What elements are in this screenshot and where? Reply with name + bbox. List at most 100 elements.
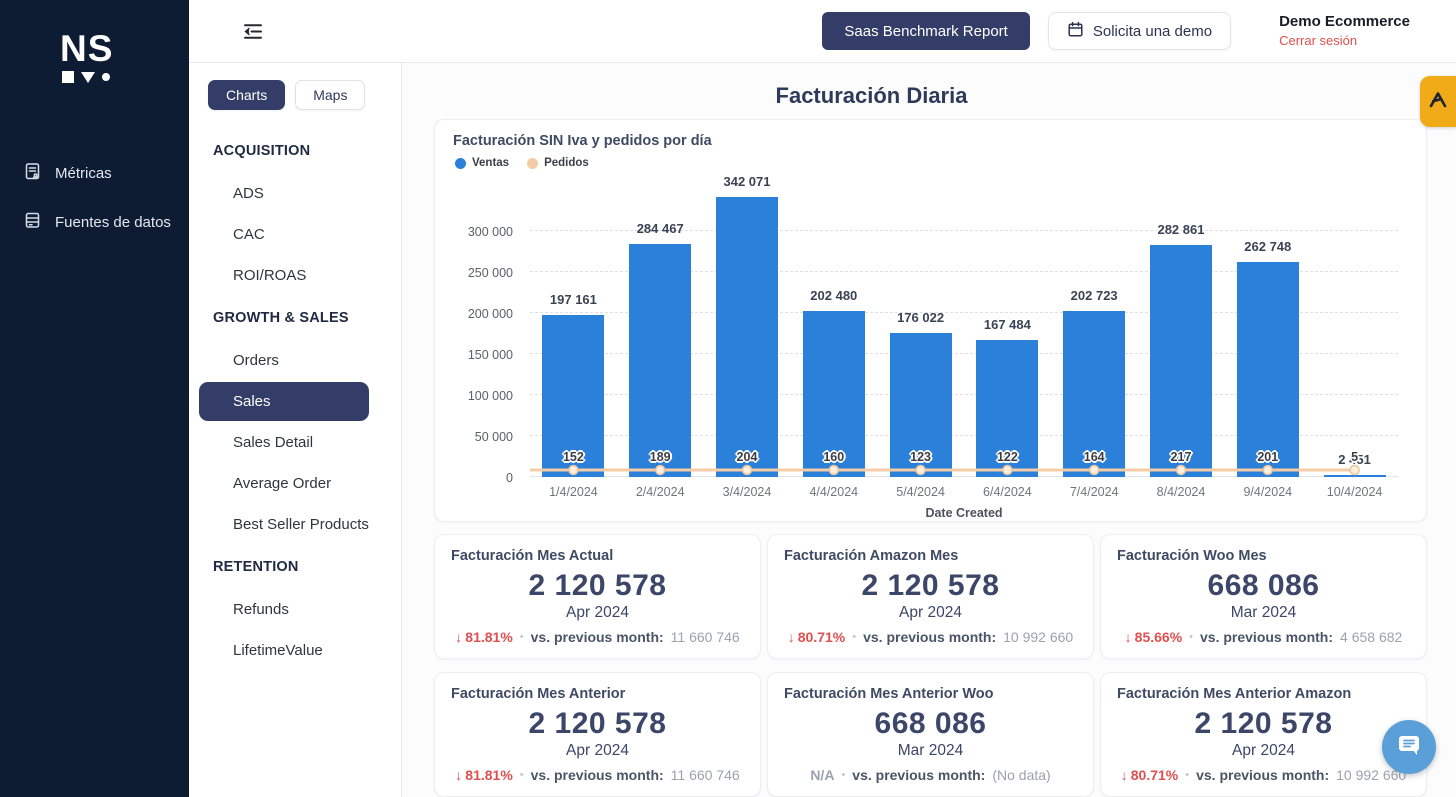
chat-bubble-icon	[1397, 734, 1421, 761]
subnav-item-average-order[interactable]: Average Order	[199, 464, 381, 503]
sidebar-item-fuentes-de-datos[interactable]: Fuentes de datos	[0, 198, 189, 247]
subnav-item-ads[interactable]: ADS	[199, 174, 381, 213]
kpi-vs-value: 4 658 682	[1340, 629, 1403, 645]
sidebar-item-metricas[interactable]: Métricas	[0, 149, 189, 198]
chat-widget-button[interactable]	[1382, 720, 1436, 774]
view-button-maps[interactable]: Maps	[295, 80, 366, 110]
feedback-side-tab[interactable]	[1420, 76, 1456, 127]
dot-separator: •	[1185, 769, 1190, 781]
bar-value-label: 202 480	[810, 287, 858, 303]
dot-separator: •	[1189, 631, 1193, 643]
y-tick-label: 0	[506, 471, 513, 485]
legend-item-ventas[interactable]: Ventas	[455, 157, 509, 169]
y-tick-label: 50 000	[474, 430, 513, 444]
x-tick-label: 4/4/2024	[809, 485, 859, 499]
subnav-item-orders[interactable]: Orders	[199, 341, 381, 380]
x-axis-labels: 1/4/2024 2/4/2024 3/4/2024 4/4/2024 5/4/2024…	[530, 485, 1398, 499]
subnav-item-sales-detail[interactable]: Sales Detail	[199, 423, 381, 462]
x-tick-label: 10/4/2024	[1326, 485, 1383, 499]
legend-dot-icon	[527, 157, 539, 169]
logo-text: NS	[60, 28, 114, 69]
subnav-section-header: RETENTION	[213, 559, 299, 575]
logo-marks	[60, 71, 189, 83]
x-tick-label: 1/4/2024	[549, 485, 598, 499]
kpi-footer: ↓ 80.71% • vs. previous month: 10 992 660	[1117, 767, 1410, 783]
dot-separator: •	[519, 631, 524, 643]
dot-separator: •	[519, 769, 524, 781]
chart-column: 176 022 123	[877, 175, 964, 477]
chart-column: 167 484 122	[964, 175, 1051, 477]
data-sources-icon	[23, 211, 42, 234]
chart-column: 284 467 189	[617, 175, 704, 477]
chart-card: Facturación SIN Iva y pedidos por día Ve…	[434, 119, 1427, 522]
pedidos-value-label: 123	[910, 450, 932, 464]
subnav-sections: ACQUISITION ADS CAC ROI/ROAS GROWTH & SALES O…	[189, 130, 401, 670]
pedidos-value-label: 164	[1083, 450, 1105, 464]
chart-column: 202 480 160	[790, 175, 877, 477]
subnav-item-roi-roas[interactable]: ROI/ROAS	[199, 256, 381, 295]
x-tick-label: 6/4/2024	[983, 485, 1032, 499]
kpi-value: 2 120 578	[528, 707, 667, 740]
kpi-grid: Facturación Mes Actual 2 120 578 Apr 2024 ↓…	[434, 534, 1427, 797]
logo-triangle-icon	[81, 71, 95, 83]
logo-dot-icon	[102, 73, 110, 81]
kpi-value: 2 120 578	[528, 569, 667, 602]
logout-link[interactable]: Cerrar sesión	[1279, 32, 1410, 50]
benchmark-report-button[interactable]: Saas Benchmark Report	[822, 12, 1030, 50]
request-demo-button[interactable]: Solicita una demo	[1047, 12, 1232, 50]
sidebar-item-label: Fuentes de datos	[55, 214, 171, 231]
kpi-month: Apr 2024	[566, 604, 629, 621]
y-tick-label: 300 000	[467, 225, 513, 239]
pedidos-value-label: 5	[1351, 450, 1359, 464]
peak-logo-icon	[1428, 91, 1448, 113]
kpi-footer: ↓ 81.81% • vs. previous month: 11 660 746	[451, 767, 744, 783]
subnav-item-best-seller-products[interactable]: Best Seller Products	[199, 505, 381, 544]
y-tick-label: 200 000	[467, 307, 513, 321]
legend-item-pedidos[interactable]: Pedidos	[527, 157, 589, 169]
pedidos-value-label: 152	[562, 450, 584, 464]
kpi-card-facturaci-n-amazon-mes: Facturación Amazon Mes 2 120 578 Apr 2024 ↓…	[767, 534, 1094, 659]
kpi-delta: ↓ 80.71%	[788, 629, 845, 645]
chart-bar	[1323, 475, 1386, 477]
kpi-delta: ↓ 81.81%	[455, 767, 512, 783]
pedidos-value-label: 217	[1170, 450, 1192, 464]
kpi-title: Facturación Mes Anterior Woo	[784, 686, 994, 702]
subnav-item-lifetimevalue[interactable]: LifetimeValue	[199, 631, 381, 670]
chart-columns: 197 161 152 284 467 189 342 071 204 202 480 160…	[530, 174, 1398, 477]
kpi-title: Facturación Mes Anterior	[451, 686, 626, 702]
bar-value-label: 167 484	[983, 316, 1031, 332]
y-tick-label: 150 000	[467, 348, 513, 362]
kpi-card-facturaci-n-mes-actual: Facturación Mes Actual 2 120 578 Apr 2024 ↓…	[434, 534, 761, 659]
view-button-charts[interactable]: Charts	[208, 80, 286, 110]
subnav-item-cac[interactable]: CAC	[199, 215, 381, 254]
kpi-month: Mar 2024	[897, 742, 964, 759]
bar-value-label: 197 161	[549, 292, 597, 308]
chart-bar	[629, 243, 692, 477]
x-tick-label: 2/4/2024	[635, 485, 685, 499]
kpi-title: Facturación Mes Anterior Amazon	[1117, 686, 1352, 702]
legend-label: Pedidos	[544, 157, 589, 169]
kpi-value: 668 086	[1207, 569, 1320, 602]
subnav-item-refunds[interactable]: Refunds	[199, 590, 381, 629]
collapse-menu-icon[interactable]	[238, 19, 268, 44]
main-content: Facturación Diaria Facturación SIN Iva y…	[402, 63, 1456, 797]
calendar-icon	[1067, 21, 1084, 42]
view-toggle: Charts Maps	[189, 80, 401, 110]
kpi-vs-value: (No data)	[992, 767, 1051, 783]
x-tick-label: 8/4/2024	[1156, 485, 1206, 499]
kpi-delta-value: 80.71%	[797, 629, 846, 645]
subnav-item-sales[interactable]: Sales	[199, 382, 369, 421]
pedidos-value-label: 160	[823, 450, 845, 464]
kpi-delta-value: 80.71%	[1130, 767, 1179, 783]
arrow-down-icon: ↓	[1124, 629, 1132, 645]
legend-label: Ventas	[472, 157, 510, 169]
account-name: Demo Ecommerce	[1279, 13, 1410, 31]
subnav-section-header: GROWTH & SALES	[213, 310, 349, 326]
chart-column: 342 071 204	[704, 174, 791, 477]
kpi-delta: ↓ 85.66%	[1125, 629, 1182, 645]
kpi-vs-value: 11 660 746	[670, 767, 740, 783]
kpi-card-facturaci-n-woo-mes: Facturación Woo Mes 668 086 Mar 2024 ↓ 85.66…	[1100, 534, 1427, 659]
chart-column: 202 723 164	[1051, 175, 1138, 477]
kpi-vs-label: vs. previous month:	[530, 629, 664, 645]
x-tick-label: 9/4/2024	[1243, 485, 1293, 499]
